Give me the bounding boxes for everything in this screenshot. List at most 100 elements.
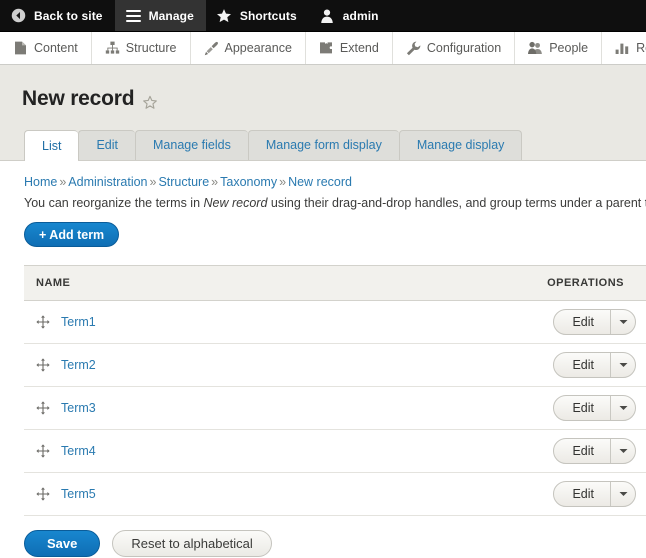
term-link[interactable]: Term1 — [61, 315, 96, 329]
chevron-down-icon[interactable] — [610, 439, 635, 463]
main-content: Home» Administration» Structure» Taxonomy» N… — [0, 161, 646, 557]
star-outline-icon[interactable] — [142, 93, 158, 109]
description-before: You can reorganize the terms in — [24, 196, 204, 210]
toolbar-item-label: admin — [342, 8, 379, 23]
add-term-button[interactable]: + Add term — [24, 222, 120, 247]
menu-item-label: Configuration — [426, 41, 502, 55]
menu-item-extend[interactable]: Extend — [306, 32, 393, 64]
back-arrow-icon — [10, 7, 27, 24]
table-row: Term2 Edit — [24, 343, 646, 387]
breadcrumb-separator: » — [279, 175, 287, 189]
table-header: NAME OPERATIONS — [24, 265, 646, 301]
edit-button[interactable]: Edit — [554, 439, 610, 463]
menu-item-content[interactable]: Content — [0, 32, 92, 64]
term-link[interactable]: Term2 — [61, 358, 96, 372]
tab-label: Manage form display — [265, 138, 382, 152]
form-actions: Save Reset to alphabetical — [0, 516, 646, 557]
term-name-cell: Term5 — [24, 472, 335, 516]
chevron-down-icon[interactable] — [610, 396, 635, 420]
tab-label: List — [42, 139, 62, 153]
toolbar-item-admin-account[interactable]: admin — [309, 0, 391, 31]
terms-table-container: NAME OPERATIONS Term1 Edit Term2 Edit Te… — [0, 247, 646, 516]
drag-handle-icon[interactable] — [36, 487, 50, 501]
table-row: Term3 Edit — [24, 386, 646, 430]
table-row: Term1 Edit — [24, 300, 646, 344]
toolbar-item-back-to-site[interactable]: Back to site — [0, 0, 115, 31]
column-header-operations: OPERATIONS — [335, 265, 646, 301]
drag-handle-icon[interactable] — [36, 444, 50, 458]
menu-item-label: Reports — [636, 41, 646, 55]
menu-item-appearance[interactable]: Appearance — [191, 32, 306, 64]
breadcrumb-item-administration[interactable]: Administration — [68, 175, 147, 189]
bar-chart-icon — [615, 41, 630, 56]
tab-label: Manage display — [416, 138, 505, 152]
tab-manage-fields[interactable]: Manage fields — [135, 130, 248, 160]
edit-button[interactable]: Edit — [554, 353, 610, 377]
tab-label: Edit — [96, 138, 118, 152]
primary-tabs: List Edit Manage fields Manage form disp… — [24, 130, 646, 161]
sitemap-icon — [105, 41, 120, 56]
chevron-down-icon[interactable] — [610, 482, 635, 506]
term-operations-cell: Edit — [335, 472, 646, 516]
menu-item-label: People — [549, 41, 589, 55]
chevron-down-icon[interactable] — [610, 310, 635, 334]
table-row: Term4 Edit — [24, 429, 646, 473]
term-operations-cell: Edit — [335, 300, 646, 344]
hamburger-icon — [125, 7, 142, 24]
toolbar-item-label: Shortcuts — [239, 8, 297, 23]
drag-handle-icon[interactable] — [36, 315, 50, 329]
term-link[interactable]: Term5 — [61, 487, 96, 501]
paintbrush-icon — [204, 41, 219, 56]
term-link[interactable]: Term4 — [61, 444, 96, 458]
reset-to-alphabetical-button[interactable]: Reset to alphabetical — [112, 530, 272, 557]
column-header-name: NAME — [24, 265, 335, 301]
term-name-cell: Term1 — [24, 300, 335, 344]
edit-button[interactable]: Edit — [554, 396, 610, 420]
tab-manage-form-display[interactable]: Manage form display — [247, 130, 399, 160]
table-row: Term5 Edit — [24, 472, 646, 516]
breadcrumb-separator: » — [211, 175, 219, 189]
menu-item-reports[interactable]: Reports — [602, 32, 646, 64]
toolbar-item-shortcuts[interactable]: Shortcuts — [206, 0, 309, 31]
breadcrumb-item-new-record[interactable]: New record — [288, 175, 352, 189]
tab-edit[interactable]: Edit — [78, 130, 135, 160]
action-bar: + Add term — [0, 210, 646, 247]
breadcrumb-item-home[interactable]: Home — [24, 175, 57, 189]
operations-button-group: Edit — [553, 395, 636, 421]
operations-button-group: Edit — [553, 481, 636, 507]
tab-list[interactable]: List — [24, 130, 79, 161]
puzzle-icon — [319, 41, 334, 56]
toolbar-item-label: Manage — [148, 8, 194, 23]
term-operations-cell: Edit — [335, 343, 646, 387]
edit-button[interactable]: Edit — [554, 310, 610, 334]
term-name-cell: Term2 — [24, 343, 335, 387]
tab-manage-display[interactable]: Manage display — [398, 130, 523, 160]
page-title: New record — [22, 87, 646, 111]
menu-item-people[interactable]: People — [515, 32, 603, 64]
chevron-down-icon[interactable] — [610, 353, 635, 377]
file-icon — [13, 41, 28, 56]
admin-toolbar: Back to site Manage Shortcuts admin — [0, 0, 646, 32]
breadcrumb-item-structure[interactable]: Structure — [158, 175, 209, 189]
menu-item-configuration[interactable]: Configuration — [393, 32, 516, 64]
star-icon — [216, 7, 233, 24]
breadcrumb-separator: » — [59, 175, 67, 189]
term-name-cell: Term3 — [24, 386, 335, 430]
page-title-text: New record — [22, 87, 135, 110]
toolbar-item-manage[interactable]: Manage — [114, 0, 206, 31]
breadcrumb-item-taxonomy[interactable]: Taxonomy — [220, 175, 277, 189]
menu-item-label: Content — [34, 41, 78, 55]
admin-menu-bar: Content Structure Appearance Extend Conf… — [0, 32, 646, 65]
save-button[interactable]: Save — [24, 530, 101, 557]
people-icon — [528, 41, 543, 56]
menu-item-label: Structure — [125, 41, 177, 55]
edit-button[interactable]: Edit — [554, 482, 610, 506]
term-link[interactable]: Term3 — [61, 401, 96, 415]
drag-handle-icon[interactable] — [36, 358, 50, 372]
operations-button-group: Edit — [553, 309, 636, 335]
drag-handle-icon[interactable] — [36, 401, 50, 415]
toolbar-item-label: Back to site — [34, 8, 103, 23]
menu-item-structure[interactable]: Structure — [92, 32, 191, 64]
term-name-cell: Term4 — [24, 429, 335, 473]
description-emphasis: New record — [203, 196, 268, 210]
